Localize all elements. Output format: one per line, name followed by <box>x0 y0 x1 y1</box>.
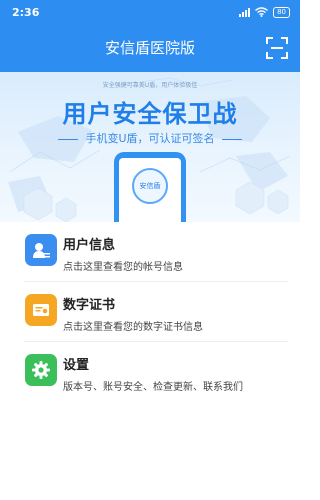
battery-icon: 80 <box>273 6 290 18</box>
menu-item-label: 数字证书 <box>63 298 116 313</box>
phone-shield-ring: 安信盾 <box>132 168 168 204</box>
menu-item-desc: 版本号、账号安全、检查更新、联系我们 <box>63 382 243 393</box>
status-bar: 2:36 80 <box>0 0 300 24</box>
app-title: 安信盾医院版 <box>104 39 195 57</box>
banner-headline: 用户安全保卫战 <box>62 100 238 128</box>
banner-subline-row: 手机变U盾，可认证可签名 <box>0 130 300 146</box>
menu-item-desc: 点击这里查看您的数字证书信息 <box>63 322 203 333</box>
menu-item-desc: 点击这里查看您的帐号信息 <box>63 262 183 273</box>
status-icons: 80 <box>239 6 290 18</box>
menu-item-user-info[interactable]: 用户信息 点击这里查看您的帐号信息 <box>0 222 300 282</box>
phone-screen: 安信盾 <box>119 158 181 222</box>
banner-subline: 手机变U盾，可认证可签名 <box>85 132 215 145</box>
phone-label: 安信盾 <box>139 182 161 190</box>
menu-item-certificate[interactable]: 数字证书 点击这里查看您的数字证书信息 <box>0 282 300 342</box>
promo-banner: 安全强健可靠美U盾，用户体验极佳 用户安全保卫战 手机变U盾，可认证可签名 安信… <box>0 72 300 222</box>
menu-list: 用户信息 点击这里查看您的帐号信息 数字证书 点击这里查看您的数字证书信息 设置… <box>0 222 300 402</box>
banner-tagline: 安全强健可靠美U盾，用户体验极佳 <box>102 82 198 89</box>
divider <box>57 138 78 140</box>
gear-icon <box>25 354 57 386</box>
wifi-icon <box>255 7 269 17</box>
menu-item-label: 用户信息 <box>63 238 116 253</box>
user-card-icon <box>25 234 57 266</box>
status-time: 2:36 <box>12 5 40 19</box>
app-bar: 安信盾医院版 <box>0 24 300 72</box>
scan-icon[interactable] <box>266 37 288 59</box>
menu-item-settings[interactable]: 设置 版本号、账号安全、检查更新、联系我们 <box>0 342 300 402</box>
phone-illustration: 安信盾 <box>114 152 186 222</box>
menu-item-label: 设置 <box>63 358 90 373</box>
certificate-icon <box>25 294 57 326</box>
divider <box>222 138 243 140</box>
signal-icon <box>239 7 251 17</box>
